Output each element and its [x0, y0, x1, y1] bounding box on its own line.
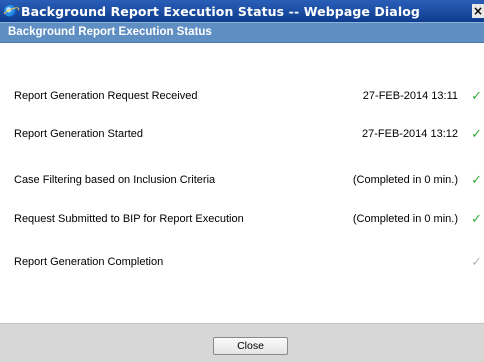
status-list: Report Generation Request Received 27-FE…: [0, 43, 484, 323]
step-label: Report Generation Started: [14, 128, 144, 140]
step-duration: (Completed in 0 min.): [352, 213, 458, 225]
checkmark-icon: ✓: [471, 173, 482, 188]
step-label: Case Filtering based on Inclusion Criter…: [14, 174, 216, 186]
status-row-generation-completion: Report Generation Completion ✓: [0, 255, 484, 272]
checkmark-icon: ✓: [471, 89, 482, 104]
step-label: Report Generation Completion: [14, 256, 164, 268]
status-row-case-filtering: Case Filtering based on Inclusion Criter…: [0, 173, 484, 190]
checkmark-icon: ✓: [471, 255, 482, 270]
step-timestamp: 27-FEB-2014 13:11: [362, 90, 458, 102]
checkmark-icon: ✓: [471, 127, 482, 142]
step-duration: (Completed in 0 min.): [352, 174, 458, 186]
window-title-bar: Background Report Execution Status -- We…: [0, 0, 484, 22]
step-label: Request Submitted to BIP for Report Exec…: [14, 213, 244, 225]
panel-header: Background Report Execution Status: [0, 22, 484, 43]
step-timestamp: 27-FEB-2014 13:12: [361, 128, 458, 140]
ie-icon: [4, 5, 16, 17]
window-title: Background Report Execution Status -- We…: [21, 3, 420, 19]
status-row-bip-submission: Request Submitted to BIP for Report Exec…: [0, 212, 484, 229]
window-close-icon[interactable]: ×: [472, 4, 484, 18]
close-button[interactable]: Close: [213, 337, 288, 355]
status-row-generation-started: Report Generation Started 27-FEB-2014 13…: [0, 127, 484, 144]
checkmark-icon: ✓: [471, 212, 482, 227]
step-label: Report Generation Request Received: [14, 90, 198, 102]
status-row-request-received: Report Generation Request Received 27-FE…: [0, 89, 484, 106]
dialog-footer: Close: [0, 323, 484, 362]
